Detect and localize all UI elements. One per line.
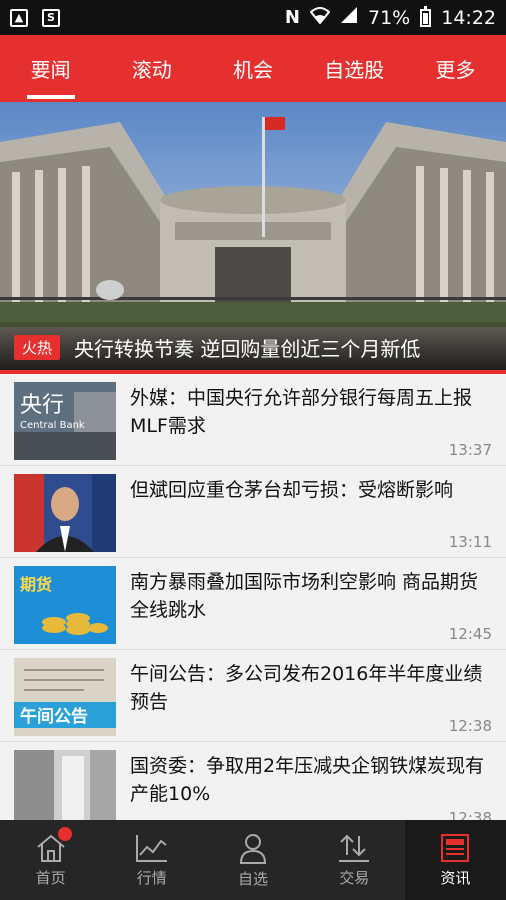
image-notification-icon: ▲	[10, 8, 28, 27]
svg-text:午间公告: 午间公告	[20, 706, 88, 727]
signal-icon	[340, 6, 358, 29]
tab-jihui[interactable]: 机会	[202, 35, 303, 102]
hero-title: 央行转换节奏 逆回购量创近三个月新低	[74, 336, 421, 361]
news-thumbnail: 期货	[14, 566, 116, 644]
clock: 14:22	[441, 6, 496, 29]
hero-banner[interactable]: 火热 央行转换节奏 逆回购量创近三个月新低	[0, 102, 506, 372]
nav-market[interactable]: 行情	[101, 820, 202, 900]
svg-text:期货: 期货	[20, 575, 52, 594]
hero-caption: 火热 央行转换节奏 逆回购量创近三个月新低	[0, 322, 506, 372]
news-title: 南方暴雨叠加国际市场利空影响 商品期货全线跳水	[130, 571, 479, 621]
tab-gengduo[interactable]: 更多	[405, 35, 506, 102]
news-thumbnail: 央行 Central Bank	[14, 382, 116, 460]
s-notification-icon: S	[42, 8, 60, 27]
trade-icon	[339, 834, 370, 862]
svg-text:央行: 央行	[20, 393, 64, 418]
news-item[interactable]: 期货 南方暴雨叠加国际市场利空影响 商品期货全线跳水 12:45	[0, 558, 506, 650]
news-thumbnail	[14, 750, 116, 820]
news-time: 12:45	[448, 625, 492, 643]
news-item[interactable]: 但斌回应重仓茅台却亏损：受熔断影响 13:11	[0, 466, 506, 558]
nav-label: 交易	[339, 868, 370, 887]
notification-dot	[58, 827, 72, 841]
nav-watchlist[interactable]: 自选	[202, 820, 303, 900]
news-time: 13:37	[448, 441, 492, 459]
nav-label: 首页	[35, 868, 66, 887]
news-thumbnail	[14, 474, 116, 552]
person-icon	[239, 833, 267, 864]
nav-label: 自选	[238, 869, 269, 888]
news-list: 央行 Central Bank 外媒：中国央行允许部分银行每周五上报MLF需求 …	[0, 374, 506, 820]
top-tabs: 要闻 滚动 机会 自选股 更多	[0, 35, 506, 102]
tab-yaowen[interactable]: 要闻	[0, 35, 101, 102]
news-time: 13:11	[448, 533, 492, 551]
nav-label: 行情	[136, 868, 167, 887]
news-thumbnail: 午间公告	[14, 658, 116, 736]
news-time: 12:38	[448, 717, 492, 735]
news-title: 国资委：争取用2年压减央企钢铁煤炭现有产能10%	[130, 755, 485, 805]
wifi-icon	[309, 6, 331, 29]
bottom-nav: 首页 行情 自选 交易 资讯	[0, 820, 506, 900]
nav-home[interactable]: 首页	[0, 820, 101, 900]
news-title: 午间公告：多公司发布2016年半年度业绩预告	[130, 663, 483, 713]
nav-news[interactable]: 资讯	[404, 820, 506, 900]
news-item[interactable]: 央行 Central Bank 外媒：中国央行允许部分银行每周五上报MLF需求 …	[0, 374, 506, 466]
battery-icon	[420, 5, 432, 27]
hot-badge: 火热	[14, 334, 61, 360]
news-time: 12:38	[448, 809, 492, 820]
status-bar: ▲ S N 71% 14:22	[0, 0, 506, 35]
nav-trade[interactable]: 交易	[304, 820, 405, 900]
news-title: 外媒：中国央行允许部分银行每周五上报MLF需求	[130, 387, 473, 437]
news-icon	[441, 833, 470, 862]
nav-label: 资讯	[440, 868, 471, 887]
news-item[interactable]: 午间公告 午间公告：多公司发布2016年半年度业绩预告 12:38	[0, 650, 506, 742]
news-title: 但斌回应重仓茅台却亏损：受熔断影响	[130, 479, 454, 501]
chart-icon	[135, 834, 167, 862]
news-item[interactable]: 国资委：争取用2年压减央企钢铁煤炭现有产能10% 12:38	[0, 742, 506, 820]
tab-gundong[interactable]: 滚动	[101, 35, 202, 102]
n-notification-icon: N	[284, 7, 300, 28]
svg-text:Central Bank: Central Bank	[20, 420, 85, 431]
battery-percent: 71%	[368, 6, 411, 29]
tab-zixuangu[interactable]: 自选股	[304, 35, 405, 102]
